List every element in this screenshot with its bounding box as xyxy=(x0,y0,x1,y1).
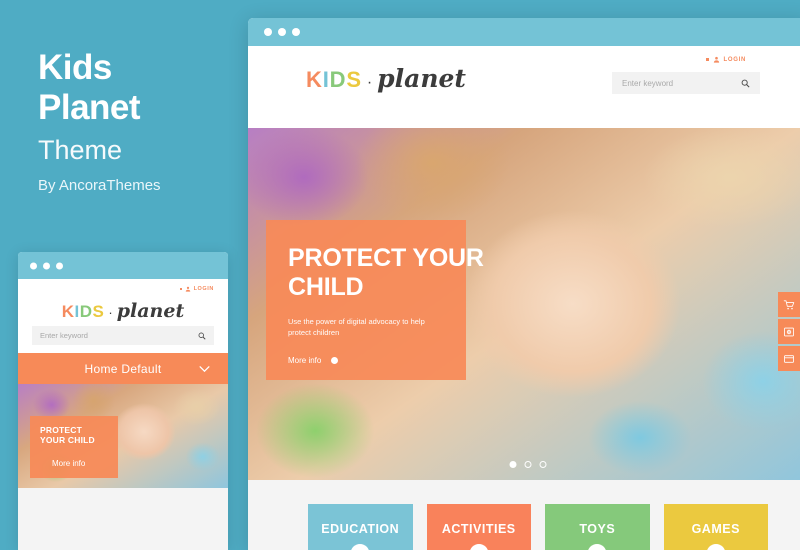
window-dot-2[interactable] xyxy=(43,262,50,269)
slider-dot-1[interactable] xyxy=(509,461,517,468)
promo-title-line2: Planet xyxy=(38,88,141,127)
page-title: Kids Planet xyxy=(38,48,141,128)
logo-kids-text: KIDS xyxy=(306,67,362,93)
window-dot-3[interactable] xyxy=(56,262,63,269)
mobile-window-titlebar xyxy=(18,252,228,279)
category-card-toys[interactable]: TOYS xyxy=(545,504,650,550)
login-label: LOGIN xyxy=(723,56,746,63)
promo-subtitle: Theme xyxy=(38,135,123,165)
hero-more-info-button[interactable]: More info xyxy=(288,356,448,365)
promo-author: By AncoraThemes xyxy=(38,177,161,194)
slider-dot-3[interactable] xyxy=(539,461,547,468)
mobile-preview-window: LOGIN KIDS · planet Enter keyword Home D… xyxy=(18,252,228,550)
logo-separator: · xyxy=(366,74,373,91)
logo-letter-k: K xyxy=(61,302,75,321)
promo-title-line1: Kids xyxy=(38,48,112,87)
logo-kids-text: KIDS xyxy=(62,302,105,322)
cart-icon[interactable] xyxy=(778,292,800,317)
category-card-label: GAMES xyxy=(691,522,740,536)
logo-letter-d: D xyxy=(329,67,347,92)
package-icon[interactable] xyxy=(778,319,800,344)
browser-dot-maximize[interactable] xyxy=(292,28,300,36)
mobile-site-header: LOGIN KIDS · planet Enter keyword xyxy=(18,279,228,353)
mobile-login-label: LOGIN xyxy=(193,286,214,292)
search-placeholder: Enter keyword xyxy=(622,78,674,88)
floating-side-toolbar xyxy=(778,292,800,373)
mobile-home-select-label: Home Default xyxy=(84,361,162,376)
mobile-footer-area xyxy=(18,488,228,550)
window-controls[interactable] xyxy=(30,262,63,269)
mobile-login-link[interactable]: LOGIN xyxy=(179,286,214,292)
hero-title-line2: CHILD xyxy=(288,273,364,301)
ball-icon xyxy=(469,544,489,550)
logo-planet-text: planet xyxy=(116,300,185,322)
mobile-hero-card: PROTECT YOUR CHILD More info xyxy=(30,416,118,478)
bullet-icon xyxy=(706,58,709,61)
logo-letter-s: S xyxy=(346,67,362,92)
search-icon[interactable] xyxy=(741,79,750,88)
browser-dot-close[interactable] xyxy=(264,28,272,36)
hero-subtitle: Use the power of digital advocacy to hel… xyxy=(288,317,425,337)
logo-planet-text: planet xyxy=(377,64,466,93)
bullet-icon xyxy=(179,288,182,290)
logo-letter-i: I xyxy=(322,67,330,92)
book-icon xyxy=(350,544,370,550)
hero-more-dot-icon xyxy=(331,357,339,364)
hero-slider: PROTECT YOUR CHILD Use the power of digi… xyxy=(248,128,800,480)
screenshot-root: Kids Planet Theme By AncoraThemes LOGIN xyxy=(0,0,800,550)
mobile-hero-more-link[interactable]: More info xyxy=(52,459,109,468)
mobile-hero: PROTECT YOUR CHILD More info xyxy=(18,384,228,488)
site-logo[interactable]: KIDS · planet xyxy=(306,64,466,93)
mobile-search-placeholder: Enter keyword xyxy=(40,331,88,340)
search-icon[interactable] xyxy=(198,332,206,340)
browser-window-controls[interactable] xyxy=(264,28,300,36)
mobile-search-input[interactable]: Enter keyword xyxy=(32,326,214,345)
site-header: LOGIN KIDS · planet Enter keyword Homepa… xyxy=(248,46,800,156)
dice-icon xyxy=(706,544,726,550)
logo-separator: · xyxy=(108,305,113,320)
logo-letter-k: K xyxy=(306,67,323,92)
main-browser-window: LOGIN KIDS · planet Enter keyword Homepa… xyxy=(248,18,800,550)
hero-more-info-label: More info xyxy=(288,356,322,365)
window-dot-1[interactable] xyxy=(30,262,37,269)
category-card-activities[interactable]: ACTIVITIES xyxy=(426,504,531,550)
search-input[interactable]: Enter keyword xyxy=(612,72,760,94)
category-cards: EDUCATION ACTIVITIES TOYS GAMES xyxy=(248,480,800,550)
logo-letter-s: S xyxy=(92,302,105,321)
category-card-education[interactable]: EDUCATION xyxy=(308,504,413,550)
category-card-label: EDUCATION xyxy=(321,522,400,536)
category-card-label: ACTIVITIES xyxy=(441,522,516,536)
window-icon[interactable] xyxy=(778,346,800,371)
hero-title-line1: PROTECT YOUR xyxy=(288,244,484,272)
hero-caption-card: PROTECT YOUR CHILD Use the power of digi… xyxy=(266,220,484,380)
logo-letter-d: D xyxy=(79,302,93,321)
chevron-down-icon[interactable] xyxy=(199,365,210,372)
user-icon xyxy=(713,56,719,63)
browser-dot-minimize[interactable] xyxy=(278,28,286,36)
login-link[interactable]: LOGIN xyxy=(706,56,746,63)
slider-dot-2[interactable] xyxy=(524,461,532,468)
user-icon xyxy=(185,286,190,292)
slider-pagination[interactable] xyxy=(509,461,547,468)
mobile-logo[interactable]: KIDS · planet xyxy=(62,300,184,322)
mobile-home-select[interactable]: Home Default xyxy=(18,353,228,384)
category-card-label: TOYS xyxy=(579,522,616,536)
browser-titlebar xyxy=(248,18,800,46)
category-card-games[interactable]: GAMES xyxy=(663,504,768,550)
bear-icon xyxy=(587,544,607,550)
mobile-hero-title: PROTECT YOUR CHILD xyxy=(40,425,95,445)
